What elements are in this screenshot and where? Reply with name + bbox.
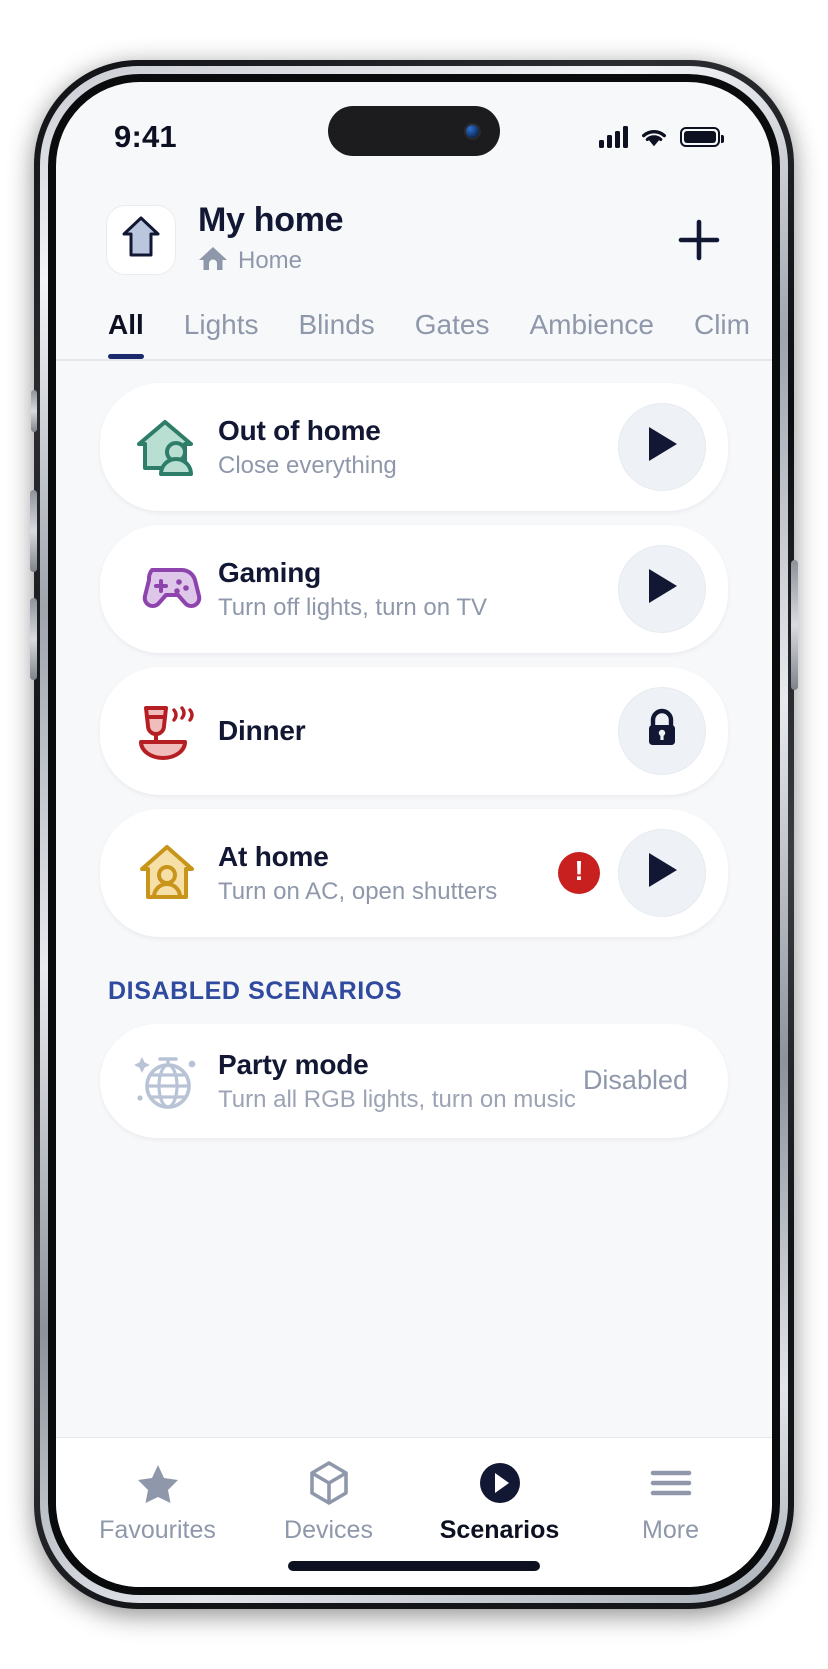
- tab-lights[interactable]: Lights: [184, 309, 259, 359]
- tabbar-label: Devices: [284, 1516, 373, 1544]
- scenario-text-group: Gaming Turn off lights, turn on TV: [204, 555, 618, 623]
- scenario-title: Dinner: [218, 715, 306, 747]
- tabbar-label: Favourites: [99, 1516, 216, 1544]
- silent-switch[interactable]: [31, 390, 37, 432]
- status-bar: 9:41: [56, 82, 772, 174]
- scenario-actions: [618, 402, 706, 491]
- scenario-actions: !: [558, 828, 706, 917]
- tab-all-label: All: [108, 309, 144, 341]
- house-person-green-icon: [130, 410, 204, 484]
- scenario-actions: Disabled: [583, 1065, 706, 1096]
- home-indicator[interactable]: [288, 1561, 540, 1571]
- scenario-card-party-mode[interactable]: Party mode Turn all RGB lights, turn on …: [100, 1023, 728, 1138]
- tab-lights-label: Lights: [183, 309, 259, 341]
- tabbar-item-scenarios[interactable]: Scenarios: [414, 1460, 585, 1545]
- scenario-subtitle: Close everything: [218, 451, 397, 479]
- plus-icon: [676, 217, 722, 263]
- scenario-text-group: Party mode Turn all RGB lights, turn on …: [204, 1047, 583, 1115]
- volume-up-button[interactable]: [30, 490, 37, 572]
- tabbar-item-devices[interactable]: Devices: [243, 1460, 414, 1545]
- cube-icon: [308, 1460, 350, 1506]
- power-button[interactable]: [791, 560, 798, 690]
- scenario-title: At home: [218, 840, 329, 872]
- tab-climate-label: Clim: [693, 309, 750, 341]
- play-circle-icon: [477, 1460, 523, 1506]
- tab-climate[interactable]: Clim: [694, 309, 750, 359]
- bottom-tab-bar: Favourites Devices Scenarios More: [56, 1437, 772, 1561]
- tab-all[interactable]: All: [108, 309, 144, 360]
- scenario-text-group: Dinner: [204, 713, 618, 748]
- scenario-actions: [618, 544, 706, 633]
- volume-down-button[interactable]: [30, 598, 37, 680]
- scenario-card-out-of-home[interactable]: Out of home Close everything: [100, 382, 728, 511]
- tabbar-item-favourites[interactable]: Favourites: [72, 1460, 243, 1545]
- house-outline-icon: [120, 214, 162, 265]
- scenario-card-gaming[interactable]: Gaming Turn off lights, turn on TV: [100, 524, 728, 653]
- front-camera-icon: [464, 122, 481, 140]
- scenario-title: Party mode: [218, 1048, 369, 1080]
- star-icon: [136, 1460, 180, 1506]
- wine-bowl-red-icon: [130, 694, 204, 768]
- wifi-icon: [639, 126, 669, 148]
- scenario-text-group: At home Turn on AC, open shutters: [204, 839, 558, 907]
- category-tabs-list[interactable]: All Lights Blinds Gates Ambience Clim: [56, 309, 772, 360]
- play-icon: [644, 850, 680, 895]
- tab-blinds-label: Blinds: [298, 309, 375, 341]
- tab-ambience-label: Ambience: [529, 309, 654, 341]
- home-badge[interactable]: [106, 204, 176, 275]
- house-filled-icon: [198, 244, 228, 277]
- header-subtitle: Home: [238, 246, 303, 274]
- tab-blinds[interactable]: Blinds: [299, 309, 375, 359]
- header-text-group: My home Home: [198, 201, 648, 277]
- header-subtitle-row: Home: [198, 244, 648, 277]
- scenarios-list: Out of home Close everything Gaming Turn…: [56, 360, 772, 1437]
- scenario-subtitle: Turn all RGB lights, turn on music: [218, 1085, 576, 1113]
- gamepad-purple-icon: [130, 552, 204, 626]
- battery-full-icon: [680, 127, 724, 147]
- page-title: My home: [198, 201, 344, 239]
- lock-icon: [643, 707, 681, 754]
- play-icon: [644, 566, 680, 611]
- tabbar-item-more[interactable]: More: [585, 1460, 756, 1545]
- screenshot-stage: 9:41 My home Home All Lights Blinds Gate…: [0, 0, 828, 1669]
- hamburger-menu-icon: [649, 1460, 693, 1506]
- scenario-card-at-home[interactable]: At home Turn on AC, open shutters !: [100, 808, 728, 937]
- status-badge: Disabled: [582, 1065, 688, 1096]
- tab-gates-label: Gates: [414, 309, 490, 341]
- scenario-actions: [618, 686, 706, 775]
- disabled-scenarios-heading: DISABLED SCENARIOS: [108, 976, 403, 1005]
- scenario-title: Gaming: [218, 556, 322, 588]
- phone-device: 9:41 My home Home All Lights Blinds Gate…: [30, 60, 798, 1609]
- status-clock: 9:41: [114, 119, 177, 154]
- house-person-gold-icon: [130, 836, 204, 910]
- scenario-card-dinner[interactable]: Dinner: [100, 666, 728, 795]
- cellular-signal-icon: [599, 126, 628, 148]
- disco-ball-icon: [130, 1044, 204, 1118]
- play-button[interactable]: [618, 828, 706, 917]
- scenario-title: Out of home: [218, 414, 381, 446]
- app-header: My home Home: [56, 174, 772, 287]
- exclamation-icon: !: [574, 855, 584, 887]
- category-tabs: All Lights Blinds Gates Ambience Clim: [56, 287, 772, 361]
- play-icon: [644, 424, 680, 469]
- scenario-text-group: Out of home Close everything: [204, 413, 618, 481]
- tabs-divider: [56, 359, 772, 361]
- phone-screen: 9:41 My home Home All Lights Blinds Gate…: [56, 82, 772, 1587]
- tab-ambience[interactable]: Ambience: [529, 309, 654, 359]
- add-button[interactable]: [670, 211, 728, 269]
- status-indicators: [599, 126, 724, 148]
- play-button[interactable]: [618, 402, 706, 491]
- tab-gates[interactable]: Gates: [415, 309, 490, 359]
- tabbar-label: Scenarios: [439, 1516, 560, 1544]
- scenario-subtitle: Turn on AC, open shutters: [218, 877, 498, 905]
- dynamic-island: [328, 106, 500, 156]
- tabbar-label: More: [642, 1516, 699, 1544]
- play-button[interactable]: [618, 544, 706, 633]
- error-badge[interactable]: !: [558, 851, 600, 894]
- lock-button[interactable]: [618, 686, 706, 775]
- scenario-subtitle: Turn off lights, turn on TV: [218, 593, 488, 621]
- home-indicator-area: [56, 1561, 772, 1587]
